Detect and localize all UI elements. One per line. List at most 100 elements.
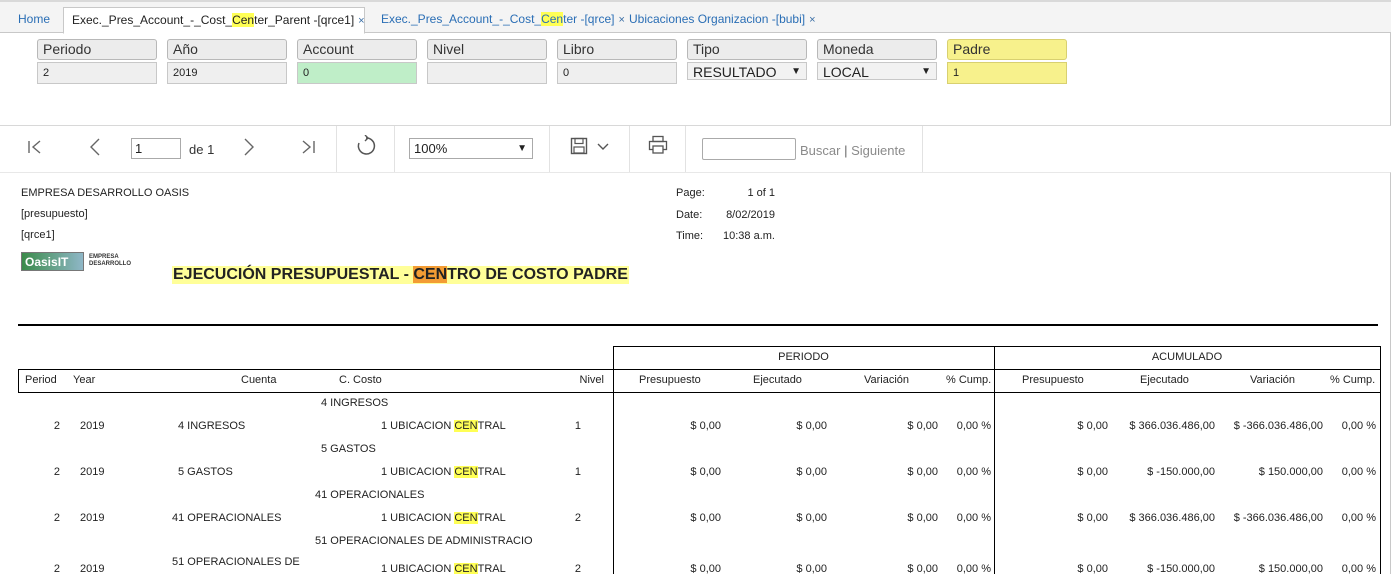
tab-label: Ubicaciones Organizacion -[bubi] <box>629 12 806 26</box>
cell-ccosto: 1 UBICACION CENTRAL <box>381 466 506 478</box>
column-header: Variación <box>1250 374 1296 386</box>
cell-variacion: $ 0,00 <box>907 512 938 524</box>
next-page-icon[interactable] <box>242 137 256 157</box>
libro-field[interactable]: 0 <box>557 62 677 84</box>
page-number-input[interactable]: 1 <box>131 138 181 159</box>
zoom-select[interactable]: 100% ▼ <box>409 138 533 159</box>
anio-field[interactable]: 2019 <box>167 62 287 84</box>
cell-ejecutado-acum: $ -150.000,00 <box>1147 563 1215 574</box>
param-label: Padre <box>947 39 1067 60</box>
next-link[interactable]: Siguiente <box>851 143 905 158</box>
save-icon[interactable] <box>570 137 588 155</box>
report-title: EJECUCIÓN PRESUPUESTAL - CENTRO DE COSTO… <box>172 266 629 284</box>
column-header: Period <box>25 374 57 386</box>
nivel-field[interactable] <box>427 62 547 84</box>
search-link[interactable]: Buscar <box>800 143 840 158</box>
tab-exec-pres-account-cost-center-parent[interactable]: Exec._Pres_Account_-_Cost_Center_Parent … <box>63 7 365 34</box>
cell-ccosto: 1 UBICACION CENTRAL <box>381 512 506 524</box>
cell-ejecutado: $ 0,00 <box>796 466 827 478</box>
tab-exec-pres-account-cost-center[interactable]: Exec._Pres_Account_-_Cost_Center -[qrce]… <box>373 7 633 34</box>
tab-bar: Home Exec._Pres_Account_-_Cost_Center_Pa… <box>0 0 1391 34</box>
tab-home[interactable]: Home <box>10 7 58 34</box>
search-input[interactable] <box>702 138 796 160</box>
date-value: 8/02/2019 <box>726 209 775 221</box>
column-header: C. Costo <box>339 374 382 386</box>
last-page-icon[interactable] <box>300 139 316 155</box>
page-value: 1 of 1 <box>747 187 775 199</box>
account-field[interactable]: 0 <box>297 62 417 84</box>
param-tipo: Tipo RESULTADO ▼ <box>687 39 807 80</box>
close-icon[interactable]: × <box>358 15 364 27</box>
group-label: 4 INGRESOS <box>321 397 389 409</box>
cell-cuenta: 41 OPERACIONALES <box>172 512 282 524</box>
tab-label: Exec._Pres_Account_-_Cost_Center_Parent … <box>72 13 355 27</box>
cell-year: 2019 <box>80 420 105 432</box>
cell-nivel: 1 <box>574 466 581 478</box>
cell-ejecutado-acum: $ -150.000,00 <box>1147 466 1215 478</box>
table-border <box>18 369 1381 370</box>
param-label: Tipo <box>687 39 807 60</box>
cell-presupuesto: $ 0,00 <box>690 512 721 524</box>
chevron-down-icon: ▼ <box>921 66 931 77</box>
moneda-select[interactable]: LOCAL ▼ <box>817 62 937 80</box>
date-label: Date: <box>676 209 703 221</box>
close-icon[interactable]: × <box>809 14 815 26</box>
periodo-field[interactable]: 2 <box>37 62 157 84</box>
cell-presupuesto-acum: $ 0,00 <box>1077 466 1108 478</box>
table-border <box>994 346 995 574</box>
table-border <box>18 369 19 392</box>
tipo-select[interactable]: RESULTADO ▼ <box>687 62 807 80</box>
cell-variacion-acum: $ 150.000,00 <box>1258 563 1323 574</box>
tab-label: Exec._Pres_Account_-_Cost_Center -[qrce] <box>381 12 615 26</box>
cell-variacion: $ 0,00 <box>907 563 938 574</box>
table-border <box>1380 346 1381 574</box>
company-logo: OasisIT EMPRESA DESARROLLO <box>21 252 131 272</box>
parameter-panel: Periodo 2 Año 2019 Account 0 Nivel Libro… <box>0 33 1391 126</box>
cell-cump: 0,00 % <box>956 466 991 478</box>
previous-page-icon[interactable] <box>88 137 102 157</box>
param-label: Moneda <box>817 39 937 60</box>
cell-year: 2019 <box>80 466 105 478</box>
report-page: EMPRESA DESARROLLO OASIS [presupuesto] [… <box>0 172 1391 574</box>
table-border <box>613 346 614 574</box>
group-label: 5 GASTOS <box>321 443 376 455</box>
padre-field[interactable]: 1 <box>947 62 1067 84</box>
first-page-icon[interactable] <box>27 139 43 155</box>
cell-ccosto: 1 UBICACION CENTRAL <box>381 563 506 574</box>
param-anio: Año 2019 <box>167 39 287 84</box>
tab-ubicaciones-organizacion[interactable]: Ubicaciones Organizacion -[bubi] × <box>621 7 824 34</box>
separator <box>549 126 550 172</box>
param-moneda: Moneda LOCAL ▼ <box>817 39 937 80</box>
cell-ejecutado: $ 0,00 <box>796 563 827 574</box>
cell-period: 2 <box>53 512 60 524</box>
param-account: Account 0 <box>297 39 417 84</box>
group-header-periodo: PERIODO <box>778 351 829 363</box>
chevron-down-icon[interactable] <box>597 143 609 151</box>
cell-nivel: 2 <box>574 512 581 524</box>
column-header: Presupuesto <box>1022 374 1084 386</box>
cell-presupuesto: $ 0,00 <box>690 466 721 478</box>
cell-cump-acum: 0,00 % <box>1341 563 1376 574</box>
page-label: Page: <box>676 187 705 199</box>
cell-presupuesto: $ 0,00 <box>690 563 721 574</box>
print-icon[interactable] <box>648 135 668 155</box>
cell-year: 2019 <box>80 512 105 524</box>
separator <box>394 126 395 172</box>
param-label: Account <box>297 39 417 60</box>
column-header: % Cump. <box>946 374 992 386</box>
cell-presupuesto-acum: $ 0,00 <box>1077 512 1108 524</box>
column-header: Cuenta <box>241 374 277 386</box>
param-nivel: Nivel <box>427 39 547 84</box>
separator <box>336 126 337 172</box>
table-border <box>613 346 1381 347</box>
refresh-icon[interactable] <box>355 135 377 157</box>
cell-period: 2 <box>53 563 60 574</box>
cell-variacion-acum: $ -366.036.486,00 <box>1233 512 1323 524</box>
cell-cump: 0,00 % <box>956 512 991 524</box>
cell-cump: 0,00 % <box>956 420 991 432</box>
group-header-acumulado: ACUMULADO <box>1151 351 1223 363</box>
company-name: EMPRESA DESARROLLO OASIS <box>21 187 190 199</box>
table-border <box>18 392 1381 393</box>
group-label: 41 OPERACIONALES <box>315 489 425 501</box>
report-subtitle: [presupuesto] <box>21 208 88 220</box>
